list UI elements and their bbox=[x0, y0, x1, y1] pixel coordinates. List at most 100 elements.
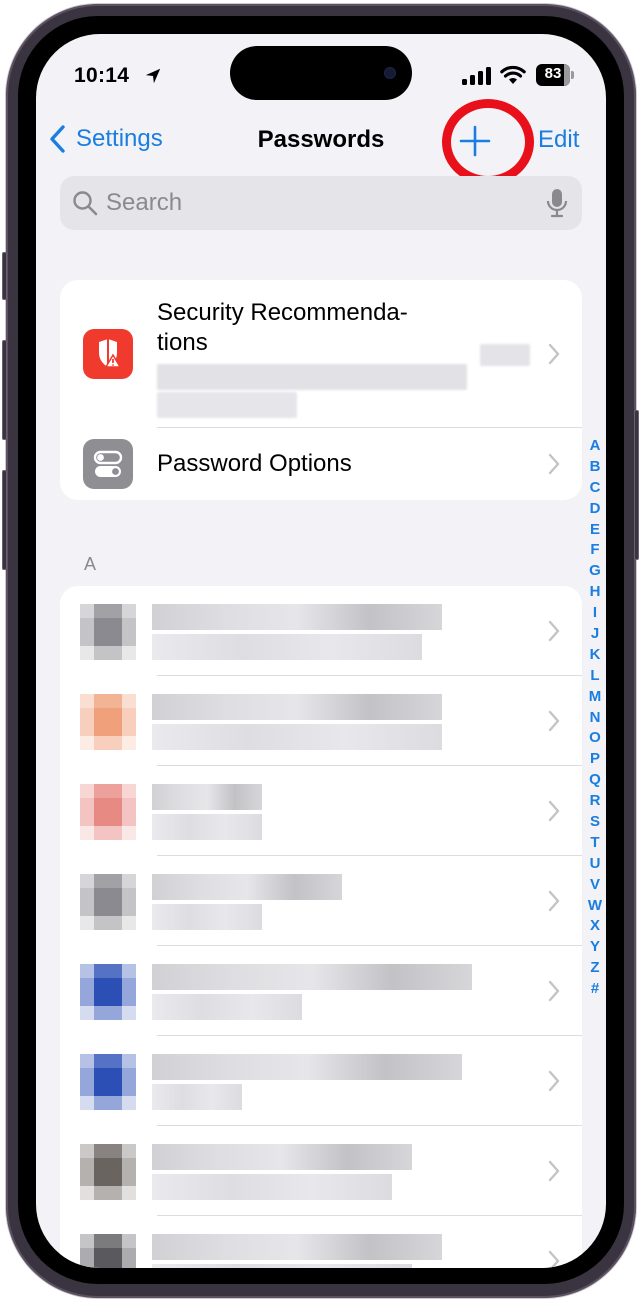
volume-up-button bbox=[2, 340, 7, 440]
entry-title-redacted bbox=[152, 1234, 442, 1260]
index-letter-c[interactable]: C bbox=[590, 478, 601, 499]
index-letter-w[interactable]: W bbox=[588, 896, 602, 917]
index-letter-b[interactable]: B bbox=[590, 457, 601, 478]
entry-title-redacted bbox=[152, 874, 342, 900]
microphone-icon[interactable] bbox=[546, 188, 568, 218]
security-count-redacted bbox=[480, 344, 530, 366]
screen: 10:14 83 Settings Passwords Edit Search … bbox=[36, 34, 606, 1268]
site-favicon-redacted bbox=[80, 1054, 136, 1110]
index-letter-u[interactable]: U bbox=[590, 854, 601, 875]
entry-title-redacted bbox=[152, 1054, 462, 1080]
chevron-right-icon bbox=[548, 453, 560, 475]
index-letter-f[interactable]: F bbox=[590, 540, 599, 561]
site-favicon-redacted bbox=[80, 964, 136, 1020]
add-password-button[interactable] bbox=[436, 116, 516, 166]
entry-title-redacted bbox=[152, 1144, 412, 1170]
entry-subtitle-redacted bbox=[152, 724, 442, 750]
back-button[interactable]: Settings bbox=[48, 124, 163, 154]
index-letter-m[interactable]: M bbox=[589, 687, 602, 708]
password-options-label: Password Options bbox=[157, 450, 352, 477]
chevron-right-icon bbox=[548, 343, 560, 365]
shield-warning-icon bbox=[83, 329, 133, 379]
site-favicon-redacted bbox=[80, 1144, 136, 1200]
chevron-right-icon bbox=[548, 1250, 560, 1268]
index-letter-g[interactable]: G bbox=[589, 561, 601, 582]
magnifying-glass-icon bbox=[73, 191, 98, 216]
index-letter-h[interactable]: H bbox=[590, 582, 601, 603]
index-letter-y[interactable]: Y bbox=[590, 937, 600, 958]
chevron-right-icon bbox=[548, 1070, 560, 1092]
entry-subtitle-redacted bbox=[152, 634, 422, 660]
battery-body: 83 bbox=[536, 64, 570, 86]
entry-subtitle-redacted bbox=[152, 994, 302, 1020]
status-time: 10:14 bbox=[74, 64, 130, 87]
password-list bbox=[60, 586, 582, 1268]
entry-subtitle-redacted bbox=[152, 1174, 392, 1200]
index-letter-r[interactable]: R bbox=[590, 791, 601, 812]
index-letter-j[interactable]: J bbox=[591, 624, 599, 645]
index-letter-o[interactable]: O bbox=[589, 728, 601, 749]
security-detail-redacted bbox=[157, 364, 582, 418]
location-arrow-icon bbox=[145, 68, 161, 84]
dynamic-island bbox=[230, 46, 412, 100]
index-letter-l[interactable]: L bbox=[590, 666, 599, 687]
password-entry[interactable] bbox=[60, 1126, 582, 1216]
password-entry[interactable] bbox=[60, 946, 582, 1036]
entry-title-redacted bbox=[152, 964, 472, 990]
index-letter-x[interactable]: X bbox=[590, 916, 600, 937]
site-favicon-redacted bbox=[80, 874, 136, 930]
index-letter-hash[interactable]: # bbox=[591, 979, 599, 1000]
index-letter-p[interactable]: P bbox=[590, 749, 600, 770]
entry-subtitle-redacted bbox=[152, 814, 262, 840]
password-options-row[interactable]: Password Options bbox=[60, 428, 582, 500]
index-letter-t[interactable]: T bbox=[590, 833, 599, 854]
site-favicon-redacted bbox=[80, 604, 136, 660]
chevron-right-icon bbox=[548, 620, 560, 642]
index-letter-n[interactable]: N bbox=[590, 708, 601, 729]
cellular-signal-icon bbox=[462, 67, 491, 85]
entry-title-redacted bbox=[152, 694, 442, 720]
password-entry[interactable] bbox=[60, 766, 582, 856]
entry-subtitle-redacted bbox=[152, 1264, 412, 1268]
site-favicon-redacted bbox=[80, 694, 136, 750]
search-input[interactable] bbox=[106, 189, 546, 217]
plus-icon bbox=[459, 125, 491, 157]
index-letter-i[interactable]: I bbox=[593, 603, 597, 624]
wifi-icon bbox=[500, 65, 526, 84]
search-field[interactable] bbox=[60, 176, 582, 230]
settings-card: Security Recommenda- tions Password Opti… bbox=[60, 280, 582, 500]
password-entry[interactable] bbox=[60, 1216, 582, 1268]
password-entry[interactable] bbox=[60, 586, 582, 676]
password-entry[interactable] bbox=[60, 676, 582, 766]
battery-tip bbox=[571, 71, 574, 79]
index-letter-s[interactable]: S bbox=[590, 812, 600, 833]
index-letter-z[interactable]: Z bbox=[590, 958, 599, 979]
back-button-label: Settings bbox=[76, 125, 163, 152]
status-bar: 10:14 83 bbox=[36, 34, 606, 114]
toggle-options-icon bbox=[83, 439, 133, 489]
navigation-bar: Settings Passwords Edit bbox=[36, 116, 606, 166]
index-letter-q[interactable]: Q bbox=[589, 770, 601, 791]
password-entry[interactable] bbox=[60, 1036, 582, 1126]
battery-percent: 83 bbox=[544, 65, 562, 82]
password-entry[interactable] bbox=[60, 856, 582, 946]
chevron-left-icon bbox=[50, 125, 65, 153]
chevron-right-icon bbox=[548, 890, 560, 912]
action-button bbox=[2, 252, 7, 300]
power-button bbox=[634, 410, 639, 560]
alphabet-index-bar[interactable]: A B C D E F G H I J K L M N O P Q R S T U V W X Y Z # bbox=[584, 436, 606, 1000]
chevron-right-icon bbox=[548, 980, 560, 1002]
chevron-right-icon bbox=[548, 710, 560, 732]
chevron-right-icon bbox=[548, 1160, 560, 1182]
index-letter-e[interactable]: E bbox=[590, 520, 600, 541]
index-letter-d[interactable]: D bbox=[590, 499, 601, 520]
index-letter-k[interactable]: K bbox=[590, 645, 601, 666]
entry-subtitle-redacted bbox=[152, 1084, 242, 1110]
security-recommendations-row[interactable]: Security Recommenda- tions bbox=[60, 280, 582, 428]
index-letter-a[interactable]: A bbox=[590, 436, 601, 457]
site-favicon-redacted bbox=[80, 1234, 136, 1268]
edit-button[interactable]: Edit bbox=[538, 126, 579, 154]
section-header-a: A bbox=[84, 554, 97, 574]
entry-title-redacted bbox=[152, 784, 262, 810]
index-letter-v[interactable]: V bbox=[590, 875, 600, 896]
